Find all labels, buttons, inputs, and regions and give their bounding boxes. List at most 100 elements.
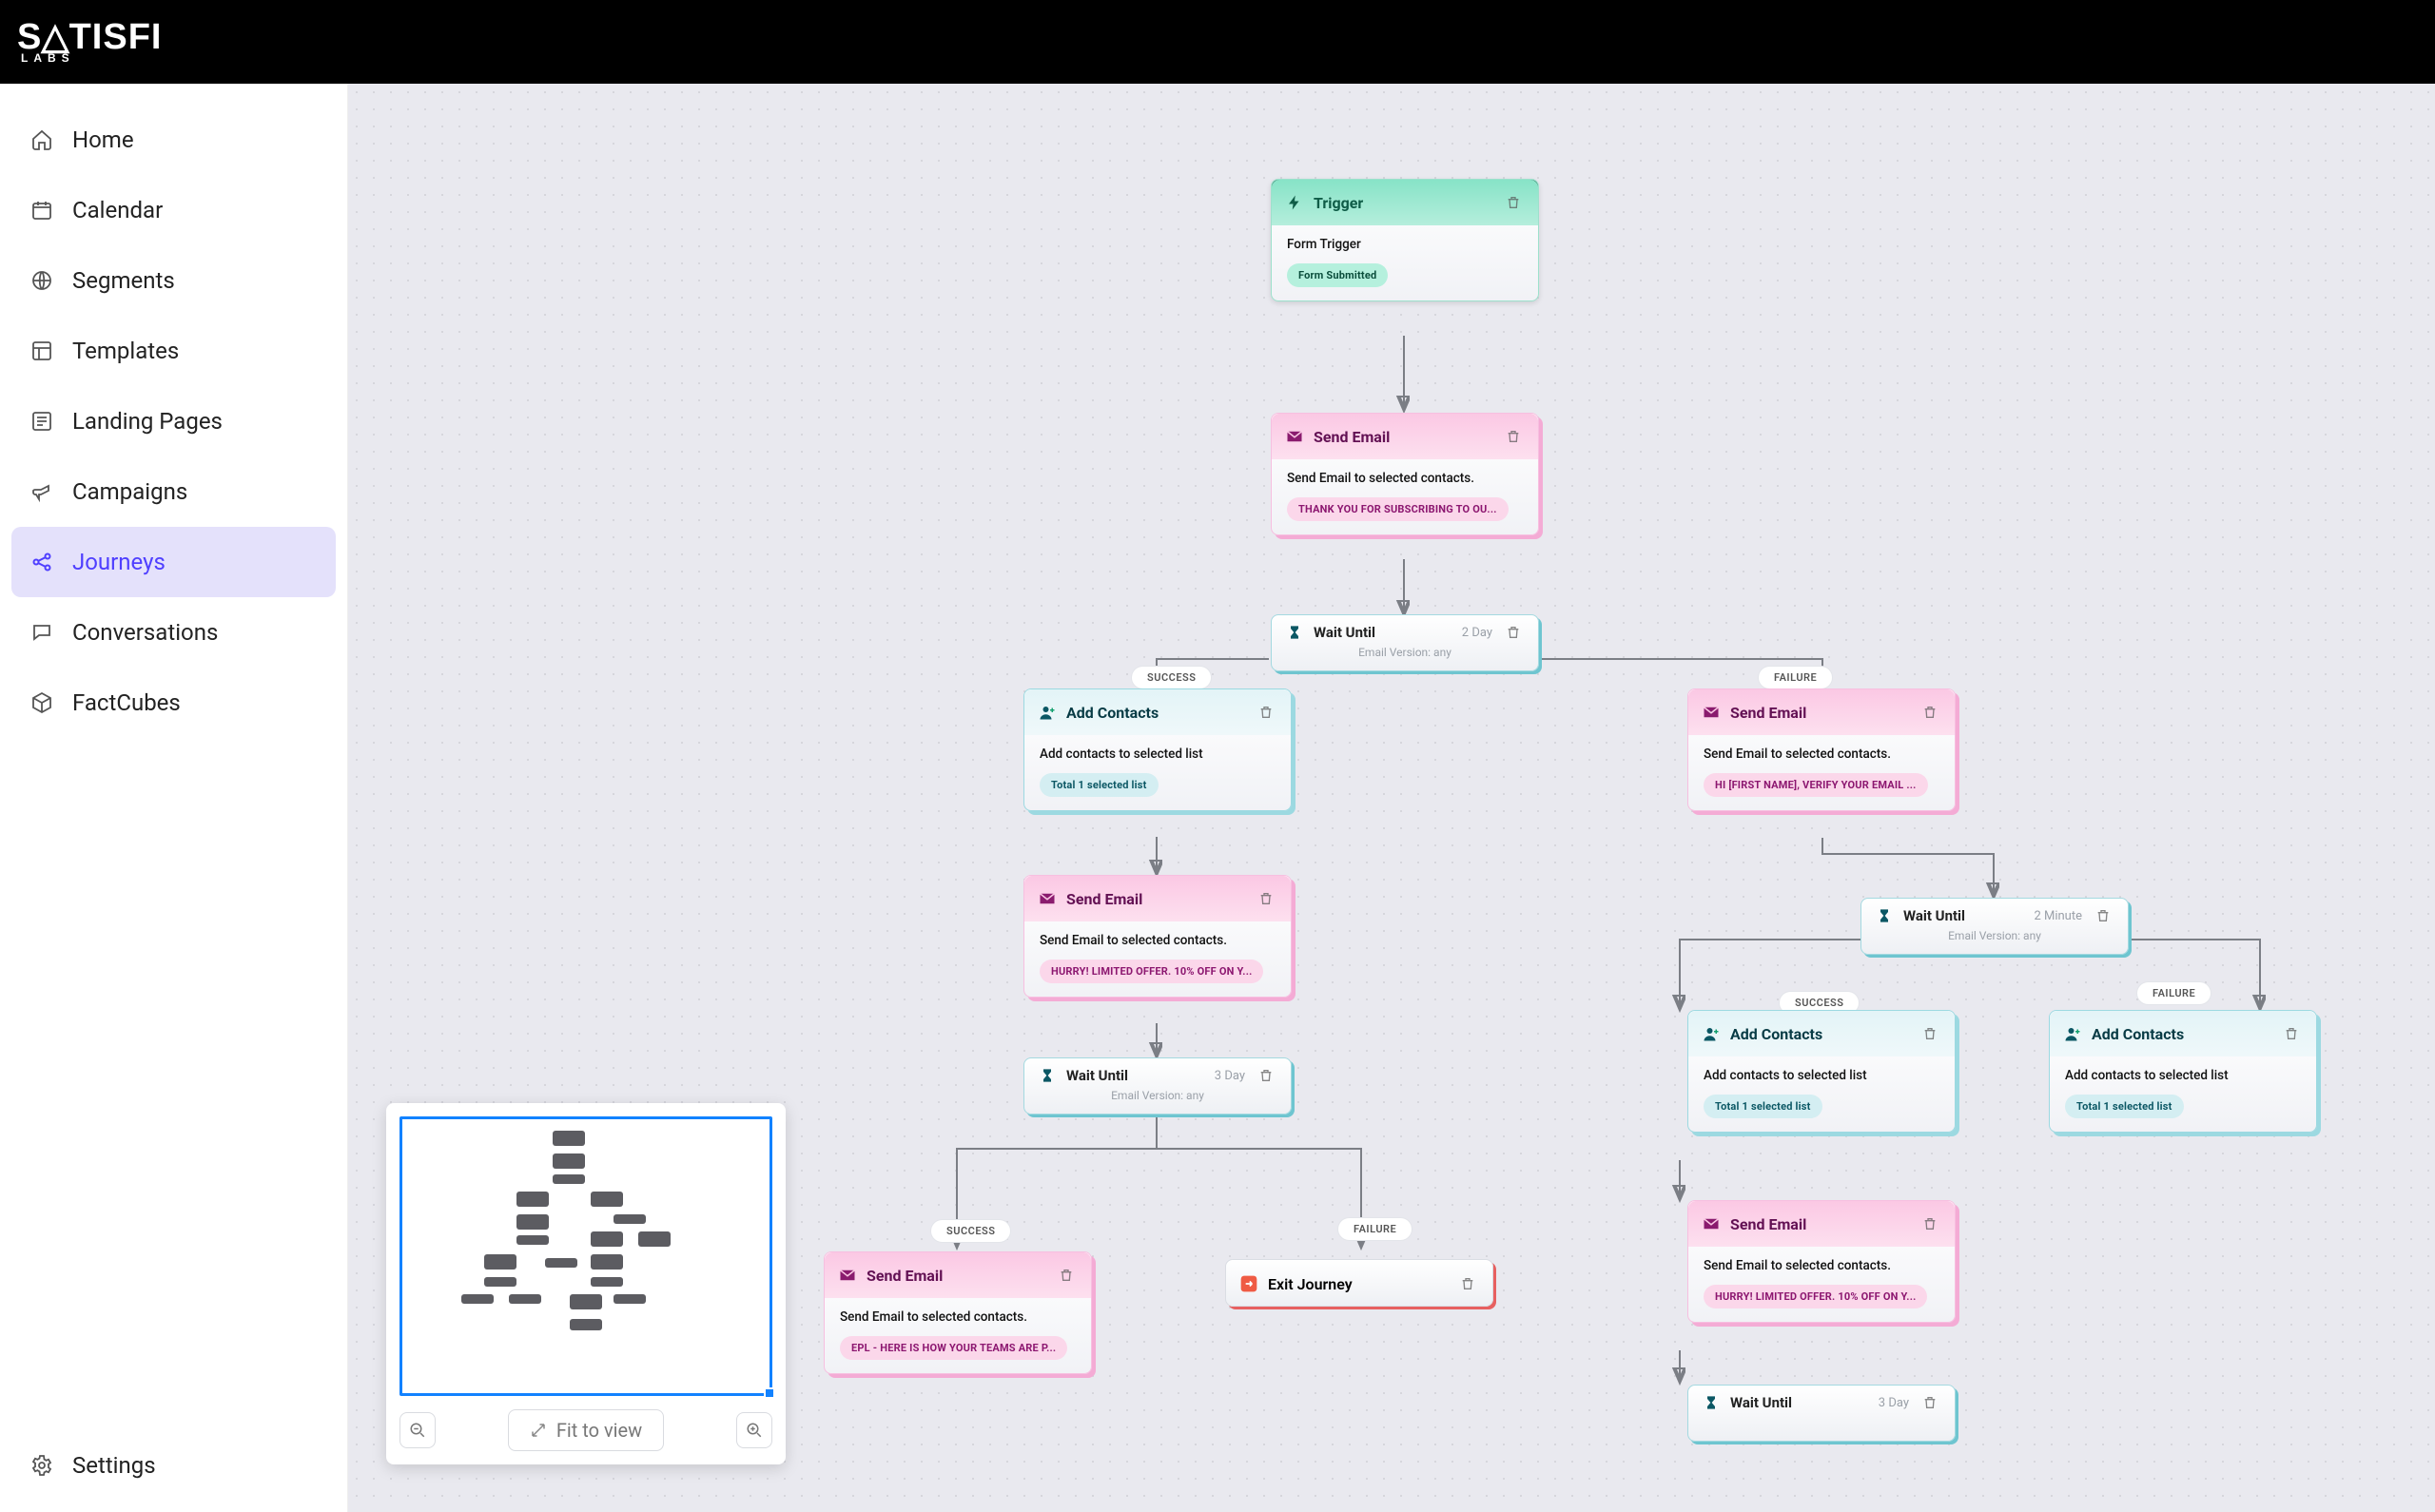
node-send-email-right[interactable]: Send Email Send Email to selected contac… xyxy=(1687,688,1956,811)
sidebar-item-landing-pages[interactable]: Landing Pages xyxy=(11,386,336,456)
hourglass-icon xyxy=(1038,1066,1057,1085)
node-title: Exit Journey xyxy=(1268,1275,1353,1293)
node-title: Wait Until xyxy=(1314,624,1375,641)
delete-node-button[interactable] xyxy=(1919,1212,1941,1235)
delete-node-button[interactable] xyxy=(1502,621,1525,644)
delete-node-button[interactable] xyxy=(1255,701,1277,724)
sidebar-item-label: Settings xyxy=(72,1452,156,1479)
node-title: Wait Until xyxy=(1066,1067,1128,1084)
topbar: S△TISFI LABS xyxy=(0,0,2435,84)
delete-node-button[interactable] xyxy=(1919,1391,1941,1414)
node-exit-journey[interactable]: Exit Journey xyxy=(1225,1259,1493,1307)
delete-node-button[interactable] xyxy=(1255,1064,1277,1087)
journey-canvas[interactable]: Trigger Form Trigger Form Submitted Send… xyxy=(348,84,2435,1512)
cube-icon xyxy=(29,689,55,716)
node-send-email-right-2[interactable]: Send Email Send Email to selected contac… xyxy=(1687,1200,1956,1323)
node-title: Send Email xyxy=(1730,704,1806,722)
mail-icon xyxy=(1702,1214,1721,1233)
node-subtitle: Email Version: any xyxy=(1875,929,2114,942)
delete-node-button[interactable] xyxy=(1919,701,1941,724)
node-chip: HURRY! LIMITED OFFER. 10% OFF ON Y... xyxy=(1040,960,1263,983)
node-title: Add Contacts xyxy=(1730,1025,1822,1043)
fit-to-view-button[interactable]: Fit to view xyxy=(508,1409,664,1451)
delete-node-button[interactable] xyxy=(1456,1272,1479,1295)
sidebar-item-conversations[interactable]: Conversations xyxy=(11,597,336,668)
sidebar-item-label: FactCubes xyxy=(72,689,181,716)
node-desc: Send Email to selected contacts. xyxy=(1287,471,1523,486)
delete-node-button[interactable] xyxy=(1919,1022,1941,1045)
node-chip: Total 1 selected list xyxy=(1040,773,1159,797)
sidebar-item-home[interactable]: Home xyxy=(11,105,336,175)
sidebar-item-label: Home xyxy=(72,126,134,153)
node-subtitle: Email Version: any xyxy=(1285,646,1525,659)
node-send-email-left-2[interactable]: Send Email Send Email to selected contac… xyxy=(1023,875,1292,998)
mail-icon xyxy=(838,1266,857,1285)
mail-icon xyxy=(1285,427,1304,446)
node-add-contacts-left[interactable]: Add Contacts Add contacts to selected li… xyxy=(1023,688,1292,811)
node-wait-left-2[interactable]: Wait Until 3 Day Email Version: any xyxy=(1023,1057,1292,1115)
node-desc: Send Email to selected contacts. xyxy=(1704,746,1939,762)
sidebar-item-settings[interactable]: Settings xyxy=(11,1430,336,1501)
zoom-in-button[interactable] xyxy=(736,1412,772,1448)
home-icon xyxy=(29,126,55,153)
globe-icon xyxy=(29,267,55,294)
node-wait-right[interactable]: Wait Until 2 Minute Email Version: any xyxy=(1860,898,2129,955)
delete-node-button[interactable] xyxy=(1255,887,1277,910)
node-send-email-1[interactable]: Send Email Send Email to selected contac… xyxy=(1271,413,1539,535)
delete-node-button[interactable] xyxy=(1502,425,1525,448)
sidebar-item-label: Conversations xyxy=(72,619,218,646)
calendar-icon xyxy=(29,197,55,223)
brand-main: S△TISFI xyxy=(17,19,162,55)
node-desc: Form Trigger xyxy=(1287,237,1523,252)
layout-icon xyxy=(29,338,55,364)
delete-node-button[interactable] xyxy=(1055,1264,1078,1287)
node-duration: 3 Day xyxy=(1879,1396,1909,1410)
megaphone-icon xyxy=(29,478,55,505)
brand-logo: S△TISFI LABS xyxy=(17,19,162,65)
node-desc: Send Email to selected contacts. xyxy=(1040,933,1276,948)
node-title: Add Contacts xyxy=(2092,1025,2184,1043)
trigger-icon xyxy=(1285,193,1304,212)
node-add-contacts-r2[interactable]: Add Contacts Add contacts to selected li… xyxy=(2049,1010,2317,1133)
delete-node-button[interactable] xyxy=(2280,1022,2303,1045)
minimap[interactable]: Fit to view xyxy=(386,1103,786,1464)
minimap-viewport[interactable] xyxy=(399,1116,772,1396)
branch-label-failure: FAILURE xyxy=(1758,666,1833,689)
node-title: Wait Until xyxy=(1730,1394,1792,1411)
sidebar-item-segments[interactable]: Segments xyxy=(11,245,336,316)
fit-to-view-label: Fit to view xyxy=(556,1419,642,1442)
node-title: Send Email xyxy=(1730,1215,1806,1233)
zoom-out-button[interactable] xyxy=(399,1412,436,1448)
node-send-email-left-3[interactable]: Send Email Send Email to selected contac… xyxy=(824,1251,1092,1374)
node-wait-1[interactable]: Wait Until 2 Day Email Version: any xyxy=(1271,614,1539,671)
exit-icon xyxy=(1239,1274,1258,1293)
delete-node-button[interactable] xyxy=(2092,904,2114,927)
sidebar-item-label: Segments xyxy=(72,267,175,294)
sidebar-item-templates[interactable]: Templates xyxy=(11,316,336,386)
branch-label-failure: FAILURE xyxy=(1337,1217,1412,1241)
hourglass-icon xyxy=(1875,906,1894,925)
minimap-resize-handle[interactable] xyxy=(764,1387,775,1399)
node-subtitle: Email Version: any xyxy=(1038,1089,1277,1102)
sidebar-item-campaigns[interactable]: Campaigns xyxy=(11,456,336,527)
sidebar: Home Calendar Segments Templates Landing… xyxy=(0,84,348,1512)
sidebar-item-journeys[interactable]: Journeys xyxy=(11,527,336,597)
node-chip: THANK YOU FOR SUBSCRIBING TO OU... xyxy=(1287,497,1509,521)
delete-node-button[interactable] xyxy=(1502,191,1525,214)
sidebar-item-factcubes[interactable]: FactCubes xyxy=(11,668,336,738)
node-wait-right-2[interactable]: Wait Until 3 Day xyxy=(1687,1385,1956,1442)
node-desc: Send Email to selected contacts. xyxy=(840,1309,1076,1325)
page-icon xyxy=(29,408,55,435)
branch-label-success: SUCCESS xyxy=(930,1219,1011,1243)
mail-icon xyxy=(1038,889,1057,908)
node-duration: 3 Day xyxy=(1215,1069,1245,1083)
node-chip: Total 1 selected list xyxy=(1704,1095,1822,1118)
node-add-contacts-r1[interactable]: Add Contacts Add contacts to selected li… xyxy=(1687,1010,1956,1133)
node-trigger[interactable]: Trigger Form Trigger Form Submitted xyxy=(1271,179,1539,301)
mail-icon xyxy=(1702,703,1721,722)
sidebar-item-calendar[interactable]: Calendar xyxy=(11,175,336,245)
node-chip: HURRY! LIMITED OFFER. 10% OFF ON Y... xyxy=(1704,1285,1927,1308)
node-title: Trigger xyxy=(1314,194,1363,212)
chat-icon xyxy=(29,619,55,646)
user-plus-icon xyxy=(1038,703,1057,722)
